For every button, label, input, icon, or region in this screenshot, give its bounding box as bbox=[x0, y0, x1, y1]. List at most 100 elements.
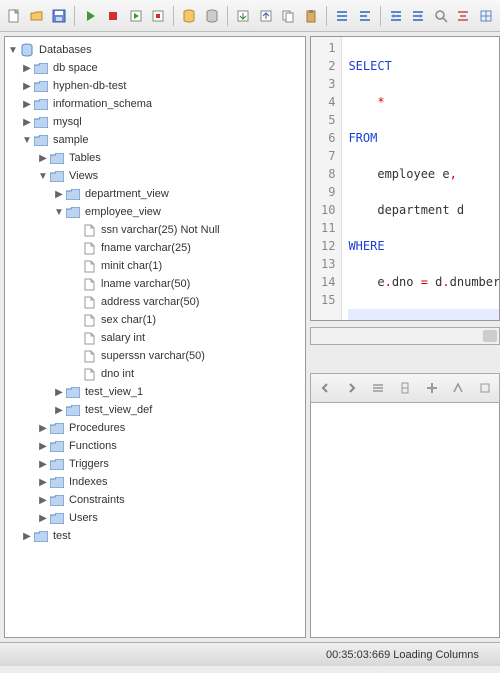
expand-icon[interactable]: ▶ bbox=[21, 99, 33, 110]
sql-text: e bbox=[348, 275, 384, 289]
expand-icon[interactable]: ▶ bbox=[21, 117, 33, 128]
folder-icon bbox=[49, 441, 65, 452]
result-nav-button[interactable] bbox=[342, 377, 363, 399]
collapse-icon[interactable]: ▼ bbox=[53, 207, 65, 218]
copy-button[interactable] bbox=[278, 5, 298, 27]
sql-editor[interactable]: 123456789101112131415 SELECT * FROM empl… bbox=[310, 36, 500, 321]
expand-icon[interactable]: ▶ bbox=[37, 477, 49, 488]
tree-item-emp-view[interactable]: ▼ employee_view bbox=[5, 203, 305, 221]
expand-icon[interactable]: ▶ bbox=[37, 513, 49, 524]
indent-left-button[interactable] bbox=[386, 5, 406, 27]
result-action-button[interactable] bbox=[395, 377, 416, 399]
result-nav-button[interactable] bbox=[315, 377, 336, 399]
tree-item-test[interactable]: ▶ test bbox=[5, 527, 305, 545]
run-alt-button[interactable] bbox=[125, 5, 145, 27]
expand-icon[interactable]: ▶ bbox=[21, 81, 33, 92]
tree-item-constraints[interactable]: ▶ Constraints bbox=[5, 491, 305, 509]
expand-icon[interactable]: ▶ bbox=[53, 405, 65, 416]
tree-item-indexes[interactable]: ▶ Indexes bbox=[5, 473, 305, 491]
import-button[interactable] bbox=[256, 5, 276, 27]
tree-item-sample[interactable]: ▼ sample bbox=[5, 131, 305, 149]
sql-operator: . bbox=[385, 275, 392, 289]
tree-label: department_view bbox=[83, 188, 169, 200]
stop-alt-button[interactable] bbox=[148, 5, 168, 27]
export-button[interactable] bbox=[233, 5, 253, 27]
result-action-button[interactable] bbox=[474, 377, 495, 399]
expand-icon[interactable]: ▶ bbox=[37, 495, 49, 506]
tree-label: Users bbox=[67, 512, 98, 524]
tree-column-item[interactable]: ▶minit char(1) bbox=[5, 257, 305, 275]
tree-item-users[interactable]: ▶ Users bbox=[5, 509, 305, 527]
database-tree[interactable]: ▼ Databases ▶ db space ▶ hyphen-db-test … bbox=[4, 36, 306, 638]
tree-column-item[interactable]: ▶superssn varchar(50) bbox=[5, 347, 305, 365]
editor-panel: 123456789101112131415 SELECT * FROM empl… bbox=[310, 36, 500, 638]
db-button-2[interactable] bbox=[202, 5, 222, 27]
tree-item-procedures[interactable]: ▶ Procedures bbox=[5, 419, 305, 437]
expand-icon[interactable]: ▶ bbox=[37, 153, 49, 164]
tree-item-dept-view[interactable]: ▶ department_view bbox=[5, 185, 305, 203]
align-button-1[interactable] bbox=[332, 5, 352, 27]
db-button-1[interactable] bbox=[179, 5, 199, 27]
tree-column-item[interactable]: ▶fname varchar(25) bbox=[5, 239, 305, 257]
horizontal-scrollbar[interactable] bbox=[310, 327, 500, 345]
line-gutter: 123456789101112131415 bbox=[311, 37, 342, 320]
find-button[interactable] bbox=[431, 5, 451, 27]
collapse-icon[interactable]: ▼ bbox=[37, 171, 49, 182]
tree-column-item[interactable]: ▶lname varchar(50) bbox=[5, 275, 305, 293]
folder-icon bbox=[49, 477, 65, 488]
tree-root[interactable]: ▼ Databases bbox=[5, 41, 305, 59]
toolbar-separator bbox=[326, 6, 327, 26]
tree-column-item[interactable]: ▶ssn varchar(25) Not Null bbox=[5, 221, 305, 239]
expand-icon[interactable]: ▶ bbox=[21, 531, 33, 542]
sql-text: employee e bbox=[348, 167, 449, 181]
paste-button[interactable] bbox=[300, 5, 320, 27]
run-button[interactable] bbox=[80, 5, 100, 27]
sql-text: d bbox=[428, 275, 442, 289]
new-file-button[interactable] bbox=[4, 5, 24, 27]
tree-item-functions[interactable]: ▶ Functions bbox=[5, 437, 305, 455]
tree-item-mysql[interactable]: ▶ mysql bbox=[5, 113, 305, 131]
results-panel[interactable] bbox=[310, 403, 500, 638]
tree-item-tables[interactable]: ▶ Tables bbox=[5, 149, 305, 167]
toolbar-separator bbox=[227, 6, 228, 26]
code-content[interactable]: SELECT * FROM employee e, department d W… bbox=[342, 37, 500, 320]
grid-button[interactable] bbox=[476, 5, 496, 27]
tree-label: sex char(1) bbox=[99, 314, 156, 326]
tree-column-item[interactable]: ▶address varchar(50) bbox=[5, 293, 305, 311]
status-text: 00:35:03:669 Loading Columns bbox=[326, 649, 479, 661]
tree-column-item[interactable]: ▶dno int bbox=[5, 365, 305, 383]
stop-button[interactable] bbox=[103, 5, 123, 27]
expand-icon[interactable]: ▶ bbox=[37, 423, 49, 434]
tree-item-views[interactable]: ▼ Views bbox=[5, 167, 305, 185]
tree-label: address varchar(50) bbox=[99, 296, 199, 308]
indent-right-button[interactable] bbox=[408, 5, 428, 27]
tree-item-info-schema[interactable]: ▶ information_schema bbox=[5, 95, 305, 113]
expand-icon[interactable]: ▶ bbox=[37, 441, 49, 452]
tree-item-test-view-1[interactable]: ▶ test_view_1 bbox=[5, 383, 305, 401]
tree-item-db-space[interactable]: ▶ db space bbox=[5, 59, 305, 77]
result-action-button[interactable] bbox=[421, 377, 442, 399]
save-button[interactable] bbox=[49, 5, 69, 27]
column-icon bbox=[81, 314, 97, 327]
tree-item-test-view-def[interactable]: ▶ test_view_def bbox=[5, 401, 305, 419]
collapse-icon[interactable]: ▼ bbox=[21, 135, 33, 146]
expand-icon[interactable]: ▶ bbox=[21, 63, 33, 74]
result-action-button[interactable] bbox=[448, 377, 469, 399]
open-button[interactable] bbox=[26, 5, 46, 27]
tree-column-item[interactable]: ▶sex char(1) bbox=[5, 311, 305, 329]
sql-operator: , bbox=[450, 167, 457, 181]
result-action-button[interactable] bbox=[368, 377, 389, 399]
tree-column-item[interactable]: ▶salary int bbox=[5, 329, 305, 347]
expand-icon[interactable]: ▶ bbox=[53, 387, 65, 398]
tree-item-hyphen[interactable]: ▶ hyphen-db-test bbox=[5, 77, 305, 95]
format-button[interactable] bbox=[453, 5, 473, 27]
expand-icon[interactable]: ▼ bbox=[7, 45, 19, 56]
expand-icon[interactable]: ▶ bbox=[37, 459, 49, 470]
align-button-2[interactable] bbox=[354, 5, 374, 27]
column-icon bbox=[81, 350, 97, 363]
tree-item-triggers[interactable]: ▶ Triggers bbox=[5, 455, 305, 473]
expand-icon[interactable]: ▶ bbox=[53, 189, 65, 200]
main-toolbar bbox=[0, 0, 500, 32]
column-icon bbox=[81, 278, 97, 291]
tree-label: Functions bbox=[67, 440, 117, 452]
